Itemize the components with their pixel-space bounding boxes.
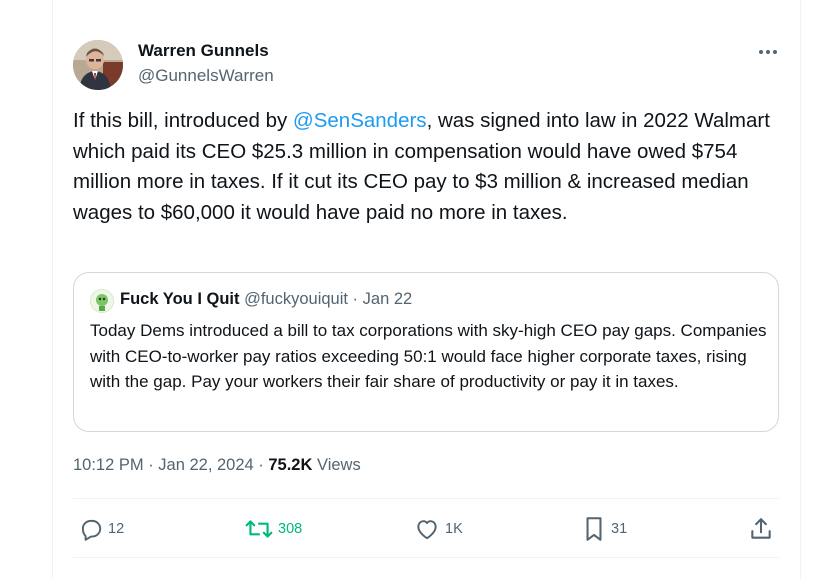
tweet-meta: 10:12 PM · Jan 22, 2024 · 75.2K Views	[73, 456, 361, 475]
tweet-text-part: If this bill, introduced by	[73, 109, 293, 132]
views-count: 75.2K	[268, 456, 313, 474]
bookmark-count: 31	[611, 521, 628, 537]
reply-button[interactable]: 12	[78, 515, 124, 543]
retweet-button[interactable]: 308	[244, 515, 302, 543]
bookmark-button[interactable]: 31	[581, 515, 627, 543]
like-button[interactable]: 1K	[413, 515, 463, 543]
retweet-count: 308	[278, 521, 303, 537]
mention-link[interactable]: @SenSanders	[293, 109, 427, 132]
author-name[interactable]: Warren Gunnels	[138, 41, 269, 61]
author-handle[interactable]: @GunnelsWarren	[138, 66, 274, 86]
views-label: Views	[312, 456, 361, 474]
more-icon	[759, 50, 777, 54]
quote-avatar[interactable]	[90, 289, 114, 313]
meta-separator: ·	[253, 456, 269, 474]
reply-count: 12	[108, 521, 125, 537]
quote-author-name[interactable]: Fuck You I Quit	[120, 290, 239, 308]
quote-header: Fuck You I Quit @fuckyouiquit · Jan 22	[120, 290, 412, 309]
quote-avatar-image	[91, 290, 113, 312]
avatar-portrait	[73, 40, 123, 90]
quoted-tweet-card[interactable]: Fuck You I Quit @fuckyouiquit · Jan 22 T…	[73, 272, 779, 432]
divider	[73, 498, 779, 499]
quote-date[interactable]: Jan 22	[363, 290, 413, 308]
author-avatar[interactable]	[73, 40, 123, 90]
tweet-text: If this bill, introduced by @SenSanders,…	[73, 106, 773, 228]
like-icon	[417, 520, 437, 540]
timeline-border-left	[52, 0, 53, 579]
quote-separator: ·	[347, 290, 363, 308]
quote-author-handle[interactable]: @fuckyouiquit	[244, 290, 348, 308]
tweet-timestamp[interactable]: 10:12 PM · Jan 22, 2024	[73, 456, 254, 474]
bookmark-icon	[586, 517, 602, 541]
retweet-icon	[245, 520, 273, 538]
share-icon	[751, 518, 771, 539]
timeline-border-right	[800, 0, 801, 579]
share-button[interactable]	[748, 515, 774, 543]
more-options-button[interactable]	[754, 40, 782, 64]
divider	[73, 557, 779, 558]
quote-text: Today Dems introduced a bill to tax corp…	[90, 321, 767, 391]
reply-icon	[81, 519, 102, 541]
like-count: 1K	[445, 521, 463, 537]
